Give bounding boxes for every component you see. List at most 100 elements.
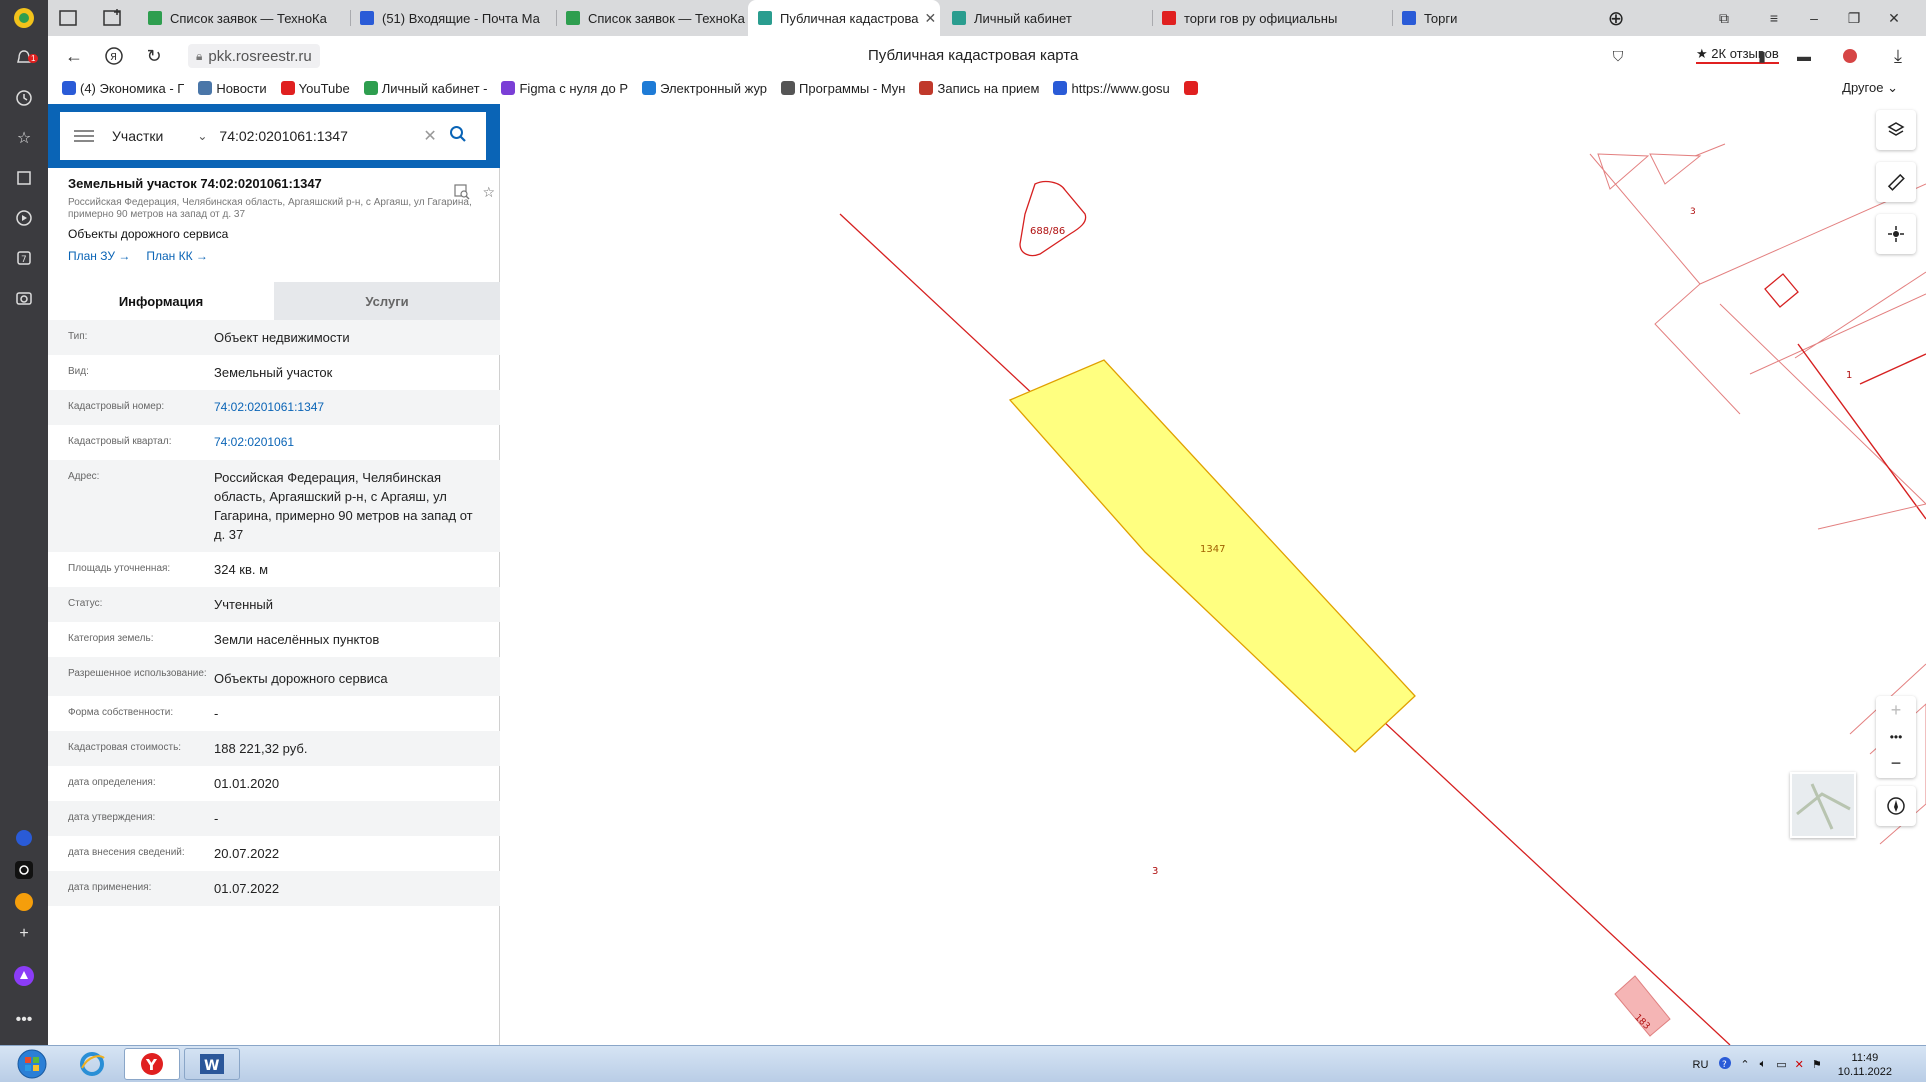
menu-hamburger-icon[interactable] xyxy=(74,130,94,142)
zoom-in-icon[interactable]: + xyxy=(1891,700,1902,721)
chevron-down-icon[interactable]: ⌄ xyxy=(197,129,207,143)
bookmark-item[interactable]: Программы - Мун xyxy=(781,81,905,96)
calendar-icon[interactable]: 7 xyxy=(12,246,36,270)
clear-icon[interactable]: ✕ xyxy=(423,126,436,146)
notifications-icon[interactable]: 1 xyxy=(12,46,39,70)
zoom-out-icon[interactable]: − xyxy=(1891,753,1902,774)
close-tab-icon[interactable]: ✕ xyxy=(918,10,936,27)
collections-icon[interactable] xyxy=(12,166,36,190)
table-row: дата внесения сведений: 20.07.2022 xyxy=(48,836,500,871)
cadastral-map[interactable]: 1347 688/86 3 1 3 183 + ••• − xyxy=(500,104,1926,1045)
protect-icon[interactable]: ⛉ xyxy=(1606,44,1630,68)
tab-label: Публичная кадастрова xyxy=(780,10,919,26)
tab-label: торги гов ру официальны xyxy=(1184,10,1338,26)
locate-button[interactable] xyxy=(1876,214,1916,254)
back-icon[interactable]: ← xyxy=(62,44,86,68)
search-input[interactable] xyxy=(219,128,420,144)
word-taskbar-icon[interactable]: W xyxy=(184,1048,240,1080)
bookmark-item[interactable] xyxy=(1183,81,1202,95)
layers-button[interactable] xyxy=(1876,110,1916,150)
help-icon[interactable]: ? xyxy=(1718,1056,1732,1073)
tray-app-icon[interactable]: ✕ xyxy=(1795,1058,1804,1071)
app-icon-gosuslugi[interactable] xyxy=(12,826,36,850)
extension-icon[interactable]: ▬ xyxy=(1792,44,1816,68)
tab-4[interactable]: Личный кабинет xyxy=(942,0,1152,36)
bookmark-item[interactable]: Электронный жур xyxy=(642,81,767,96)
zoom-to-object-icon[interactable] xyxy=(454,184,470,203)
map-canvas[interactable]: 1347 688/86 3 1 3 183 xyxy=(500,104,1926,1045)
svg-text:?: ? xyxy=(1722,1060,1727,1070)
windows-taskbar: Y W RU ? ⌃ 🔈︎ ▭ ✕ ⚑ 11:49 10.11.2022 xyxy=(0,1045,1926,1082)
parcel-boundary-right-2 xyxy=(1797,343,1926,520)
tab-2[interactable]: Список заявок — ТехноКа xyxy=(556,0,746,36)
zoom-more-icon[interactable]: ••• xyxy=(1890,730,1903,744)
tab-label: (51) Входящие - Почта Ма xyxy=(382,10,540,26)
restore-icon[interactable]: ❐ xyxy=(1834,0,1874,36)
tab-1[interactable]: (51) Входящие - Почта Ма xyxy=(350,0,556,36)
yandex-icon[interactable]: Я xyxy=(102,44,126,68)
minimap-thumbnail[interactable] xyxy=(1790,772,1856,838)
row-value: Объекты дорожного сервиса xyxy=(214,671,388,686)
video-icon[interactable] xyxy=(12,206,36,230)
tab-5[interactable]: торги гов ру официальны xyxy=(1152,0,1392,36)
tab-6[interactable]: Торги xyxy=(1392,0,1592,36)
new-tab-group-icon[interactable] xyxy=(92,0,136,36)
downloads-icon[interactable]: ⤓ xyxy=(1886,44,1910,68)
app-icon-camera[interactable] xyxy=(12,858,36,882)
bookmark-item[interactable]: Запись на прием xyxy=(919,81,1039,96)
tab-label: Торги xyxy=(1424,10,1458,26)
tabs-list-icon[interactable]: ⧉ xyxy=(1704,0,1744,36)
plan-zu-link[interactable]: План ЗУ → xyxy=(68,249,130,263)
language-indicator[interactable]: RU xyxy=(1693,1059,1709,1071)
bookmark-item[interactable]: Figma с нуля до Р xyxy=(501,81,628,96)
cadastral-number-link[interactable]: 74:02:0201061:1347 xyxy=(214,398,480,417)
clock[interactable]: 11:49 10.11.2022 xyxy=(1838,1051,1892,1079)
internet-explorer-icon[interactable] xyxy=(64,1048,120,1080)
table-row: Форма собственности: - xyxy=(48,696,500,731)
network-icon[interactable]: ▭ xyxy=(1776,1058,1786,1071)
compass-button[interactable] xyxy=(1876,786,1916,826)
tab-services[interactable]: Услуги xyxy=(274,282,500,320)
tab-information[interactable]: Информация xyxy=(48,282,274,320)
bookmark-icon[interactable]: ▮ xyxy=(1750,44,1774,68)
bookmarks-star-icon[interactable]: ☆ xyxy=(12,126,36,150)
ruler-button[interactable] xyxy=(1876,162,1916,202)
volume-icon[interactable]: 🔈︎ xyxy=(1760,1058,1767,1071)
extension-icon-2[interactable] xyxy=(1838,44,1862,68)
row-key: Кадастровый квартал: xyxy=(68,436,172,447)
reload-icon[interactable]: ↻ xyxy=(142,44,166,68)
bookmark-item[interactable]: https://www.gosu xyxy=(1053,81,1170,96)
tab-manager-icon[interactable] xyxy=(48,0,92,36)
tab-3-active[interactable]: Публичная кадастрова ✕ xyxy=(748,0,940,36)
tab-0[interactable]: Список заявок — ТехноКа xyxy=(138,0,350,36)
row-key: Кадастровая стоимость: xyxy=(68,742,182,753)
yandex-browser-taskbar-icon[interactable]: Y xyxy=(124,1048,180,1080)
plan-kk-link[interactable]: План КК → xyxy=(146,249,208,263)
bookmark-item[interactable]: YouTube xyxy=(280,81,350,96)
add-app-icon[interactable]: + xyxy=(12,922,36,946)
flag-icon[interactable]: ⚑ xyxy=(1812,1058,1822,1071)
app-icon-market[interactable] xyxy=(12,890,36,914)
address-bar[interactable]: 🔒︎ pkk.rosreestr.ru xyxy=(188,44,320,68)
more-icon[interactable]: ••• xyxy=(12,1008,36,1032)
yandex-logo-icon[interactable] xyxy=(12,6,36,30)
screenshot-icon[interactable] xyxy=(12,286,36,310)
minimize-icon[interactable]: – xyxy=(1794,0,1834,36)
history-icon[interactable] xyxy=(12,86,36,110)
alice-icon[interactable] xyxy=(12,964,36,988)
menu-icon[interactable]: ≡ xyxy=(1754,0,1794,36)
bookmark-item[interactable]: Личный кабинет - xyxy=(363,81,487,96)
cadastral-quarter-link[interactable]: 74:02:0201061 xyxy=(214,433,480,452)
search-type-select[interactable]: Участки xyxy=(112,128,163,144)
bookmark-item[interactable]: (4) Экономика - Г xyxy=(62,81,184,96)
bookmarks-other[interactable]: Другое ⌄ xyxy=(1842,80,1898,96)
close-window-icon[interactable]: ✕ xyxy=(1874,0,1914,36)
bookmark-label: Новости xyxy=(216,80,267,96)
tray-expand-icon[interactable]: ⌃ xyxy=(1740,1058,1749,1071)
bookmark-item[interactable]: Новости xyxy=(198,80,267,96)
search-icon[interactable] xyxy=(449,125,467,148)
favorite-star-icon[interactable]: ☆ xyxy=(482,184,495,203)
new-tab-button[interactable]: ⊕ xyxy=(1598,0,1634,36)
clock-time: 11:49 xyxy=(1851,1051,1879,1064)
start-button[interactable] xyxy=(4,1048,60,1080)
